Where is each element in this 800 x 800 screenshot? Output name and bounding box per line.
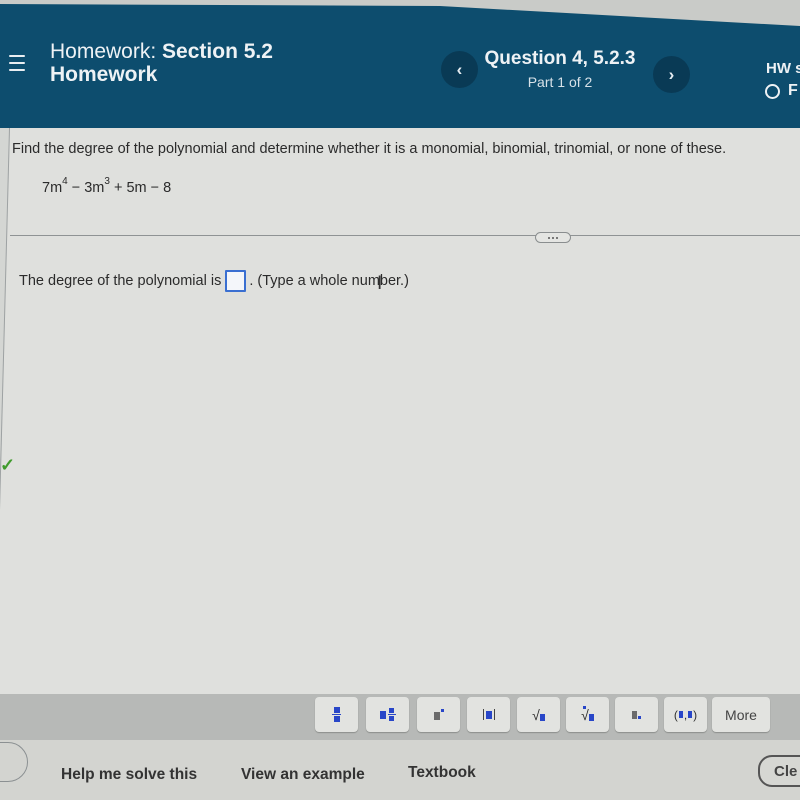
poly-exponent-1: 4 bbox=[62, 176, 68, 187]
hw-status: F bbox=[765, 82, 798, 100]
subscript-button[interactable] bbox=[615, 697, 658, 732]
fraction-button[interactable] bbox=[315, 697, 358, 732]
square-root-icon: √ bbox=[532, 708, 545, 722]
fraction-icon bbox=[332, 707, 341, 722]
section-divider bbox=[10, 235, 800, 236]
exponent-button[interactable] bbox=[417, 697, 460, 732]
nth-root-icon: √ bbox=[581, 705, 594, 722]
clear-all-button[interactable]: Cle bbox=[758, 755, 800, 787]
poly-exponent-2: 3 bbox=[104, 176, 110, 187]
more-button[interactable]: More bbox=[712, 697, 770, 732]
hw-status-label: F bbox=[788, 82, 798, 99]
square-root-button[interactable]: √ bbox=[517, 697, 560, 732]
status-circle-icon bbox=[765, 83, 780, 99]
mixed-number-icon bbox=[379, 708, 396, 721]
absolute-value-icon bbox=[482, 709, 495, 720]
chevron-right-icon: › bbox=[668, 64, 675, 84]
degree-answer-input[interactable] bbox=[225, 270, 247, 292]
title-section: Section 5.2 bbox=[162, 40, 273, 63]
subscript-icon bbox=[632, 710, 641, 719]
help-me-solve-this-link[interactable]: Help me solve this bbox=[61, 766, 197, 784]
answer-suffix: . (Type a whole number.) bbox=[249, 273, 409, 289]
question-instruction: Find the degree of the polynomial and de… bbox=[12, 141, 727, 157]
previous-question-button[interactable]: ‹ bbox=[441, 51, 478, 88]
ordered-pair-icon: (,) bbox=[673, 707, 698, 722]
answer-line: The degree of the polynomial is . (Type … bbox=[19, 270, 409, 292]
title-prefix: Homework: bbox=[50, 40, 157, 63]
text-cursor-icon: I bbox=[377, 273, 383, 294]
polynomial-expression: 7m4 − 3m3 + 5m − 8 bbox=[42, 176, 172, 196]
next-question-button[interactable]: › bbox=[653, 56, 690, 93]
mixed-number-button[interactable] bbox=[366, 697, 409, 732]
nth-root-button[interactable]: √ bbox=[566, 697, 609, 732]
hamburger-menu-icon[interactable] bbox=[9, 55, 25, 71]
poly-term-3: + 5m − 8 bbox=[109, 179, 172, 196]
absolute-value-button[interactable] bbox=[467, 697, 510, 732]
poly-term-2: − 3m bbox=[67, 179, 105, 196]
view-an-example-link[interactable]: View an example bbox=[241, 766, 365, 784]
chevron-left-icon: ‹ bbox=[456, 59, 463, 79]
expand-ellipsis-button[interactable] bbox=[535, 232, 571, 243]
title-line2: Homework bbox=[50, 63, 158, 86]
question-title: Question 4, 5.2.3 bbox=[484, 48, 636, 69]
poly-term-1: 7m bbox=[42, 179, 63, 196]
checkmark-icon: ✓ bbox=[0, 455, 16, 475]
question-panel bbox=[0, 128, 800, 694]
homework-title: Homework: Section 5.2 Homework bbox=[50, 40, 273, 86]
ordered-pair-button[interactable]: (,) bbox=[664, 697, 707, 732]
question-part: Part 1 of 2 bbox=[527, 74, 593, 90]
textbook-link[interactable]: Textbook bbox=[408, 764, 476, 782]
exponent-icon bbox=[433, 709, 444, 720]
hw-score-label: HW s bbox=[766, 60, 800, 77]
answer-prefix: The degree of the polynomial is bbox=[19, 273, 222, 289]
